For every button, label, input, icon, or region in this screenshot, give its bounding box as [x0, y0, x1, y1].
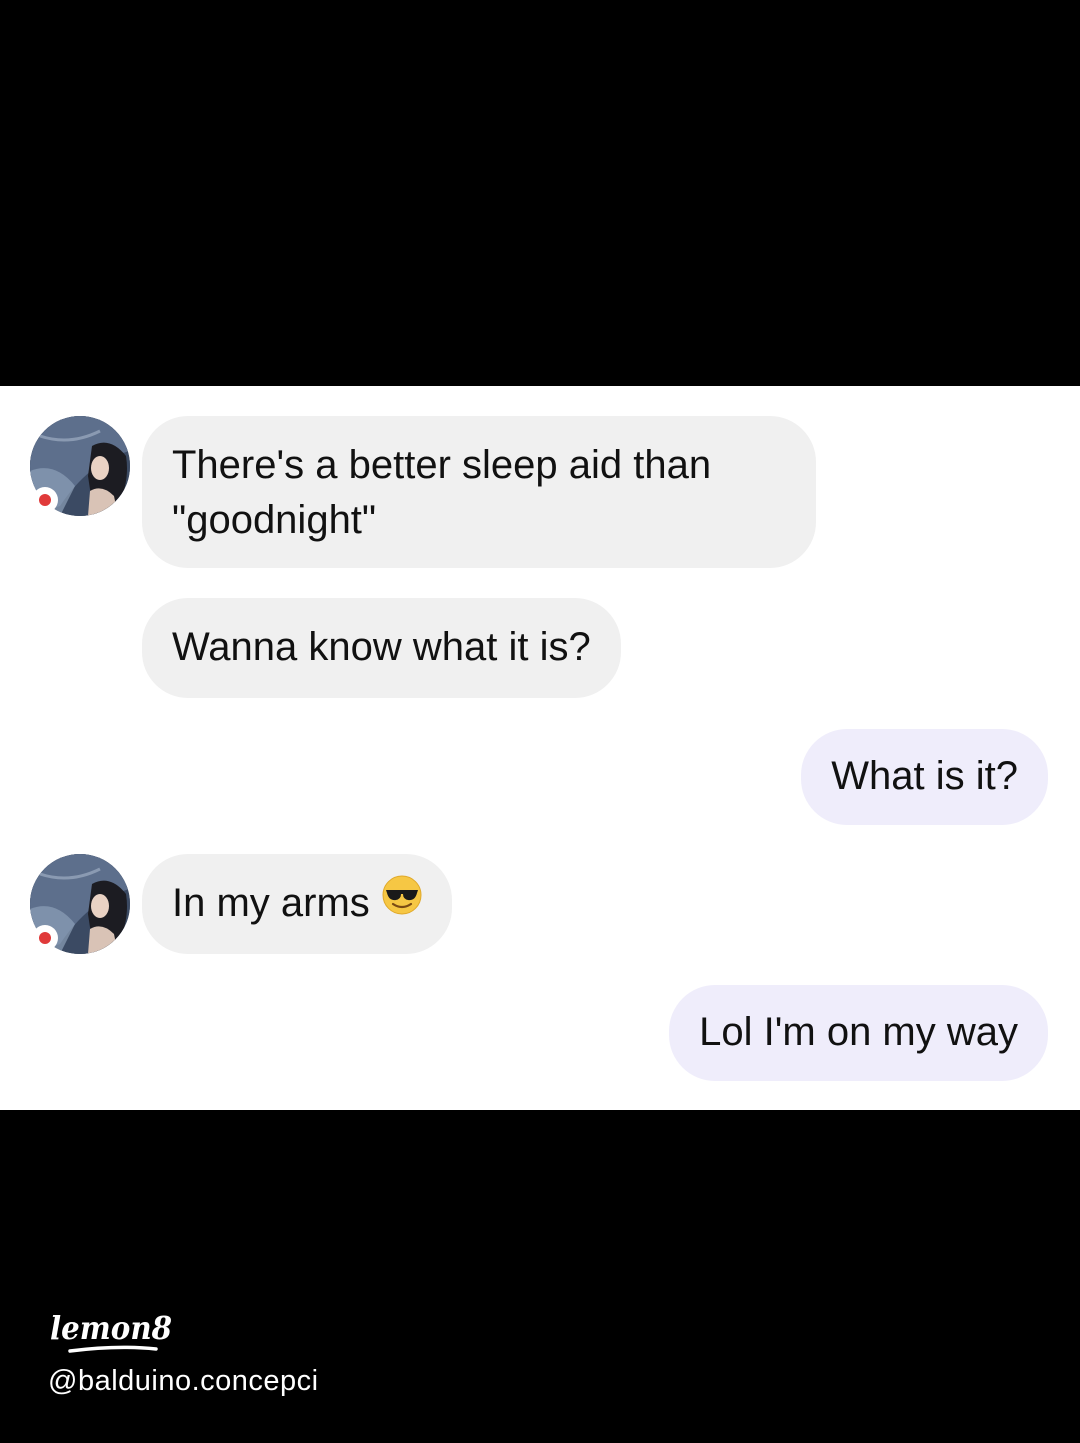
message-text: Wanna know what it is?	[172, 625, 591, 669]
lemon8-logo: lemon8	[48, 1305, 178, 1362]
message-bubble-incoming[interactable]: In my arms	[142, 854, 452, 954]
message-bubble-outgoing[interactable]: What is it?	[801, 729, 1048, 825]
message-bubble-incoming[interactable]: Wanna know what it is?	[142, 598, 621, 698]
watermark-handle: @balduino.concepci	[48, 1365, 319, 1397]
message-text: In my arms	[172, 881, 370, 925]
svg-text:lemon8: lemon8	[50, 1309, 172, 1347]
sunglasses-emoji-icon	[382, 875, 422, 930]
message-text: What is it?	[831, 754, 1018, 798]
message-text: There's a better sleep aid than "goodnig…	[172, 443, 712, 542]
online-status-dot	[32, 925, 58, 951]
chat-panel: There's a better sleep aid than "goodnig…	[0, 386, 1080, 1110]
message-bubble-incoming[interactable]: There's a better sleep aid than "goodnig…	[142, 416, 816, 568]
message-bubble-outgoing[interactable]: Lol I'm on my way	[669, 985, 1048, 1081]
message-text: Lol I'm on my way	[699, 1010, 1018, 1054]
online-status-dot	[32, 487, 58, 513]
